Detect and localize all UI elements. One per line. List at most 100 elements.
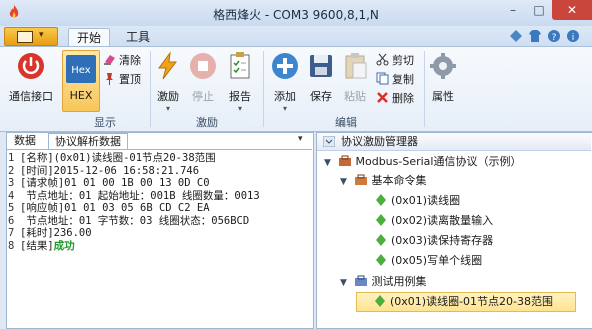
group-separator xyxy=(150,51,151,127)
green-gem-icon xyxy=(376,234,386,246)
pin-top-label: 置顶 xyxy=(119,73,141,86)
maximize-button[interactable]: □ xyxy=(526,0,552,20)
tree-group-tests[interactable]: ▼ 测试用例集 xyxy=(340,273,427,291)
delete-button[interactable]: 删除 xyxy=(376,91,414,107)
expanded-arrow-icon: ▼ xyxy=(340,177,347,187)
tree-command-item[interactable]: (0x02)读离散量输入 xyxy=(376,212,493,230)
group-separator xyxy=(263,51,264,127)
pin-icon xyxy=(106,73,113,85)
eraser-icon xyxy=(104,55,115,65)
title-bar: 格西烽火 - COM3 9600,8,1,N – □ ✕ xyxy=(0,0,592,27)
svg-text:Hex: Hex xyxy=(71,65,90,76)
stop-button[interactable]: 停止 xyxy=(188,51,218,104)
power-icon xyxy=(18,53,44,79)
stop-label: 停止 xyxy=(192,90,214,103)
shirt-icon[interactable] xyxy=(528,29,542,43)
delete-label: 删除 xyxy=(392,92,414,105)
menu-icon xyxy=(17,31,33,43)
log-line: 7 [耗时]236.00 xyxy=(8,227,92,239)
theme-icon[interactable] xyxy=(509,29,523,43)
log-line: 6 节点地址：01 字节数：03 线圈状态：056BCD xyxy=(8,214,250,227)
log-line: 3 [请求帧]01 01 00 1B 00 13 0D C0 xyxy=(8,177,210,189)
close-button[interactable]: ✕ xyxy=(552,0,592,20)
tree-command-item[interactable]: (0x01)读线圈 xyxy=(376,192,460,210)
gear-icon xyxy=(430,53,456,79)
expanded-arrow-icon: ▼ xyxy=(324,158,331,168)
add-label: 添加 xyxy=(274,90,296,103)
chevron-down-icon: ▾ xyxy=(165,104,170,113)
log-line: 2 [时间]2015-12-06 16:58:21.746 xyxy=(8,164,200,177)
copy-label: 复制 xyxy=(392,73,414,86)
toolbox-icon xyxy=(338,155,351,166)
minimize-button[interactable]: – xyxy=(500,0,526,20)
application-menu-button[interactable]: ▾ xyxy=(4,27,58,46)
pin-top-button[interactable]: 置顶 xyxy=(103,72,141,88)
svg-text:i: i xyxy=(572,33,575,43)
comm-port-button[interactable]: 通信接口 xyxy=(6,51,56,104)
log-line: 5 [响应帧]01 01 03 05 6B CD C2 EA xyxy=(8,202,210,214)
chevron-down-icon[interactable]: ▾ xyxy=(298,134,303,144)
green-gem-icon xyxy=(376,194,386,206)
add-button[interactable]: 添加 ▾ xyxy=(270,51,300,113)
tree-group-tests-label: 测试用例集 xyxy=(371,275,427,288)
excite-label: 激励 xyxy=(157,90,179,103)
tree-command-item[interactable]: (0x03)读保持寄存器 xyxy=(376,232,493,250)
folder-box-icon xyxy=(354,174,367,185)
hex-toggle-button[interactable]: Hex HEX xyxy=(62,50,100,112)
tab-data[interactable]: 数据 xyxy=(8,133,42,149)
collapse-arrow-icon[interactable] xyxy=(323,136,335,147)
report-label: 报告 xyxy=(229,90,251,103)
log-result-line: 8 [结果]成功 xyxy=(8,239,75,252)
copy-icon xyxy=(376,72,389,85)
help-icon[interactable]: ? xyxy=(547,29,561,43)
chevron-down-icon: ▾ xyxy=(237,104,242,113)
stop-icon xyxy=(190,53,216,79)
paste-label: 粘贴 xyxy=(344,90,366,103)
tab-tools[interactable]: 工具 xyxy=(118,28,158,46)
clear-label: 清除 xyxy=(119,54,141,67)
green-gem-icon xyxy=(376,214,386,226)
clipboard-icon xyxy=(345,53,367,79)
tree-command-item[interactable]: (0x05)写单个线圈 xyxy=(376,252,482,270)
ribbon: 通信接口 Hex HEX 清除 置顶 显示 激励 ▾ 停止 报告 ▾ 激励 添加… xyxy=(0,46,592,132)
copy-button[interactable]: 复制 xyxy=(376,72,414,88)
cut-label: 剪切 xyxy=(392,54,414,67)
save-button[interactable]: 保存 xyxy=(306,51,336,104)
tree-root-label: Modbus-Serial通信协议（示例） xyxy=(355,155,522,168)
tree-selected-test-case[interactable]: (0x01)读线圈-01节点20-38范围 xyxy=(356,292,576,312)
cut-button[interactable]: 剪切 xyxy=(376,53,414,69)
lightning-icon xyxy=(158,51,178,80)
expanded-arrow-icon: ▼ xyxy=(340,278,347,288)
tree-root-node[interactable]: ▼ Modbus-Serial通信协议（示例） xyxy=(324,153,521,171)
hex-icon: Hex xyxy=(66,55,96,83)
clear-button[interactable]: 清除 xyxy=(103,53,141,69)
panel-header: 协议激励管理器 xyxy=(317,133,591,151)
parse-log: 1 [名称](0x01)读线圈-01节点20-38范围 2 [时间]2015-12-… xyxy=(8,152,308,252)
chevron-down-icon: ▾ xyxy=(282,104,287,113)
edit-group-label: 编辑 xyxy=(335,116,357,129)
green-gem-icon xyxy=(375,295,385,307)
chevron-down-icon: ▾ xyxy=(39,30,44,40)
group-separator xyxy=(424,51,425,127)
add-icon xyxy=(272,53,298,79)
properties-label: 属性 xyxy=(432,90,454,103)
tree-group-basic-label: 基本命令集 xyxy=(371,174,427,187)
tab-divider xyxy=(7,149,312,150)
folder-box-icon xyxy=(354,275,367,286)
paste-button[interactable]: 粘贴 xyxy=(340,51,370,104)
result-status: 成功 xyxy=(53,239,75,252)
properties-button[interactable]: 属性 xyxy=(428,51,458,104)
floppy-disk-icon xyxy=(310,55,332,77)
excite-group-label: 激励 xyxy=(196,116,218,129)
save-label: 保存 xyxy=(310,90,332,103)
info-icon[interactable]: i xyxy=(566,29,580,43)
tab-start[interactable]: 开始 xyxy=(68,28,111,47)
tree-group-basic[interactable]: ▼ 基本命令集 xyxy=(340,172,427,190)
comm-port-label: 通信接口 xyxy=(9,90,53,103)
tab-protocol-parse-data[interactable]: 协议解析数据 xyxy=(48,133,128,150)
excite-button[interactable]: 激励 ▾ xyxy=(153,51,183,113)
hex-label: HEX xyxy=(69,89,93,102)
report-button[interactable]: 报告 ▾ xyxy=(225,51,255,113)
ribbon-tab-row: ▾ 开始 工具 ? i xyxy=(0,26,592,47)
display-group-label: 显示 xyxy=(94,116,116,129)
